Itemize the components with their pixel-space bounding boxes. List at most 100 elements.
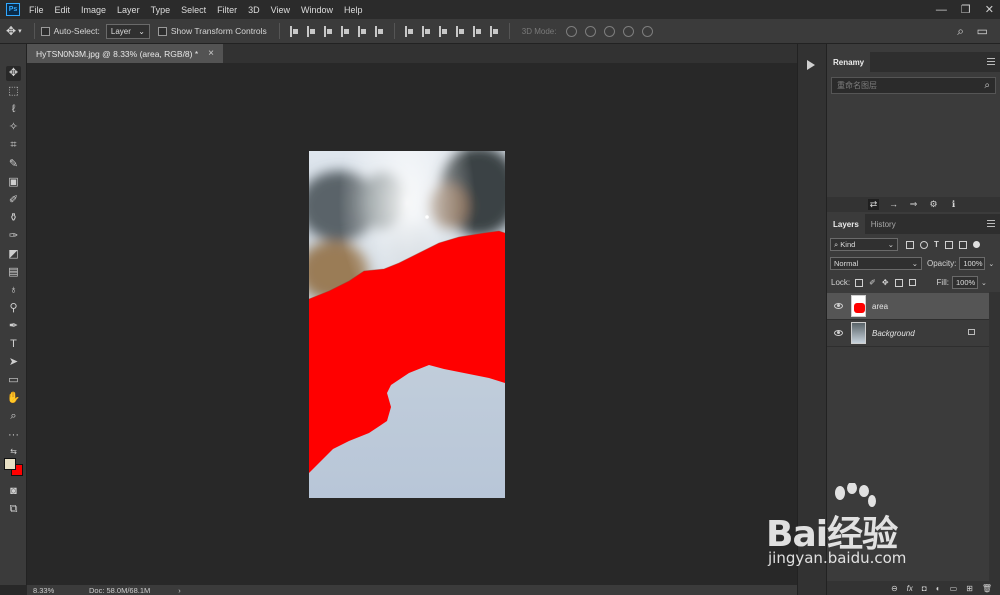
align-bottom-edges-icon[interactable] (323, 25, 333, 37)
chevron-down-icon[interactable]: ⌄ (981, 279, 987, 287)
align-vertical-centers-icon[interactable] (306, 25, 316, 37)
menu-3d[interactable]: 3D (248, 5, 260, 15)
show-transform-controls-option[interactable]: Show Transform Controls (157, 26, 267, 36)
screen-mode-icon[interactable]: ⧉ (6, 502, 21, 517)
more-tools-icon[interactable]: ··· (6, 428, 21, 443)
menu-layer[interactable]: Layer (117, 5, 140, 15)
renamy-search-input[interactable]: 重命名图层 ⌕ (831, 77, 996, 94)
arrow-right-icon[interactable]: → (888, 199, 899, 210)
fill-input[interactable]: 100% (951, 276, 978, 289)
play-icon[interactable] (807, 60, 815, 70)
filter-toggle-icon[interactable] (972, 241, 980, 248)
document-canvas-image[interactable] (309, 151, 505, 498)
panel-menu-icon[interactable] (987, 58, 995, 65)
align-top-edges-icon[interactable] (289, 25, 299, 37)
filter-pixel-icon[interactable] (906, 240, 914, 249)
video-camera-icon[interactable] (642, 25, 654, 37)
filter-shape-icon[interactable] (944, 240, 953, 249)
eraser-tool-icon[interactable]: ◩ (6, 247, 21, 262)
menu-image[interactable]: Image (81, 5, 106, 15)
slide-3d-icon[interactable] (623, 25, 635, 37)
visibility-eye-icon[interactable] (834, 330, 843, 336)
path-selection-tool-icon[interactable]: ➤ (6, 355, 21, 370)
dodge-tool-icon[interactable]: ⚲ (6, 301, 21, 316)
align-left-edges-icon[interactable] (340, 25, 350, 37)
marquee-tool-icon[interactable]: ⬚ (6, 84, 21, 99)
distribute-horizontal-centers-icon[interactable] (472, 25, 482, 37)
filter-type-icon[interactable]: T (934, 240, 939, 249)
add-mask-icon[interactable]: ◘ (922, 584, 927, 593)
brush-tool-icon[interactable]: ✐ (6, 193, 21, 208)
auto-select-checkbox[interactable] (40, 26, 50, 36)
new-group-icon[interactable]: ▭ (950, 584, 958, 593)
visibility-eye-icon[interactable] (834, 303, 843, 309)
minimize-button[interactable]: — (936, 4, 947, 16)
layer-row-background[interactable]: Background (827, 320, 989, 347)
roll-3d-icon[interactable] (585, 25, 597, 37)
close-button[interactable]: ✕ (985, 3, 994, 16)
eyedropper-tool-icon[interactable]: ✎ (6, 157, 21, 172)
search-icon[interactable]: ⌕ (957, 24, 964, 39)
blend-mode-select[interactable]: Normal ⌄ (830, 257, 922, 270)
distribute-top-edges-icon[interactable] (404, 25, 414, 37)
history-brush-tool-icon[interactable]: ✑ (6, 229, 21, 244)
opacity-input[interactable]: 100% (959, 257, 986, 270)
tab-history[interactable]: History (865, 214, 902, 234)
link-layers-icon[interactable]: ⊖ (891, 584, 898, 593)
rectangle-tool-icon[interactable]: ▭ (6, 373, 21, 388)
menu-type[interactable]: Type (151, 5, 171, 15)
lasso-tool-icon[interactable]: ℓ (6, 102, 21, 117)
double-arrow-right-icon[interactable]: ⇒ (908, 199, 919, 210)
gradient-tool-icon[interactable]: ▤ (6, 265, 21, 280)
swap-colors-icon[interactable]: ⇆ (6, 444, 21, 459)
info-icon[interactable]: ℹ (948, 199, 959, 210)
fx-icon[interactable]: fx (907, 584, 913, 593)
menu-help[interactable]: Help (344, 5, 363, 15)
lock-transparent-pixels-icon[interactable] (855, 278, 864, 287)
type-tool-icon[interactable]: T (6, 337, 21, 352)
pen-tool-icon[interactable]: ✒ (6, 319, 21, 334)
menu-select[interactable]: Select (181, 5, 206, 15)
menu-file[interactable]: File (29, 5, 44, 15)
show-transform-controls-checkbox[interactable] (157, 26, 167, 36)
auto-select-target-select[interactable]: Layer ⌄ (105, 23, 150, 39)
auto-select-option[interactable]: Auto-Select: (40, 26, 100, 36)
blur-tool-icon[interactable]: ♁ (6, 283, 21, 298)
lock-image-pixels-icon[interactable]: ✐ (869, 278, 876, 287)
lock-position-icon[interactable]: ✥ (882, 278, 889, 287)
menu-filter[interactable]: Filter (217, 5, 237, 15)
close-icon[interactable]: × (208, 48, 214, 59)
healing-brush-tool-icon[interactable]: ▣ (6, 175, 21, 190)
chevron-down-icon[interactable]: ⌄ (988, 260, 994, 268)
align-horizontal-centers-icon[interactable] (357, 25, 367, 37)
zoom-tool-icon[interactable]: ⌕ (6, 409, 21, 424)
status-menu-arrow-icon[interactable]: › (178, 586, 181, 595)
align-right-edges-icon[interactable] (374, 25, 384, 37)
quick-mask-icon[interactable]: ◙ (6, 484, 21, 499)
zoom-level[interactable]: 8.33% (33, 586, 83, 595)
search-icon[interactable]: ⌕ (984, 80, 990, 91)
lock-artboard-icon[interactable] (894, 278, 903, 287)
distribute-right-edges-icon[interactable] (489, 25, 499, 37)
foreground-color-swatch[interactable] (4, 458, 16, 470)
crop-tool-icon[interactable]: ⌗ (6, 138, 21, 153)
distribute-left-edges-icon[interactable] (455, 25, 465, 37)
menu-view[interactable]: View (271, 5, 290, 15)
drag-3d-icon[interactable] (604, 25, 616, 37)
menu-edit[interactable]: Edit (55, 5, 71, 15)
filter-kind-select[interactable]: ⌕ Kind ⌄ (830, 238, 898, 251)
move-tool-icon[interactable]: ✥ (6, 24, 16, 38)
adjustment-layer-icon[interactable]: ◐ (936, 584, 941, 593)
filter-adjustment-icon[interactable] (920, 240, 928, 249)
tab-layers[interactable]: Layers (827, 214, 865, 234)
move-tool-icon[interactable]: ✥ (6, 66, 21, 81)
restore-button[interactable]: ❐ (961, 3, 971, 16)
panel-menu-icon[interactable] (987, 220, 995, 227)
trash-icon[interactable]: 🗑 (982, 584, 992, 593)
layers-scrollbar[interactable] (989, 292, 1000, 581)
orbit-3d-icon[interactable] (566, 25, 578, 37)
menu-window[interactable]: Window (301, 5, 333, 15)
layer-row-area[interactable]: area (827, 293, 989, 320)
swap-icon[interactable]: ⇄ (868, 199, 879, 210)
tab-renamy[interactable]: Renamy (827, 52, 871, 72)
